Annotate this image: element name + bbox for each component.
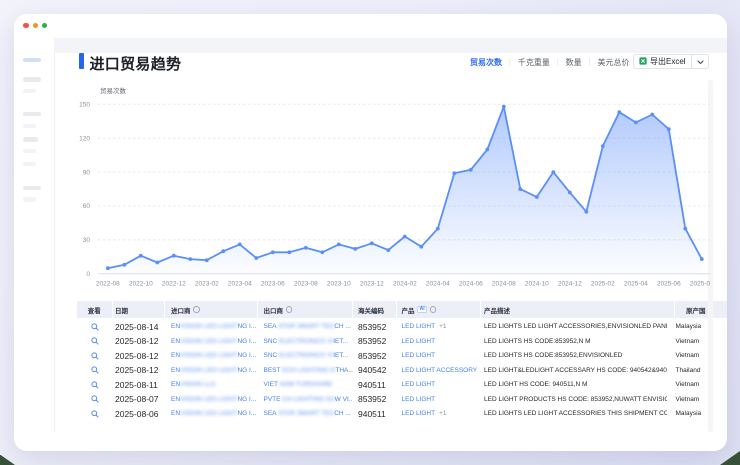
svg-text:2024-02: 2024-02: [393, 281, 417, 288]
svg-text:2025-08: 2025-08: [690, 281, 714, 288]
svg-text:2022-08: 2022-08: [96, 281, 120, 288]
svg-text:2024-06: 2024-06: [459, 281, 483, 288]
svg-text:2025-06: 2025-06: [657, 281, 681, 288]
svg-text:150: 150: [79, 102, 90, 109]
svg-text:2024-10: 2024-10: [525, 281, 549, 288]
svg-text:2023-08: 2023-08: [294, 281, 318, 288]
svg-text:2023-06: 2023-06: [261, 281, 285, 288]
svg-text:2023-10: 2023-10: [327, 281, 351, 288]
svg-text:2024-04: 2024-04: [426, 281, 450, 288]
svg-text:2025-02: 2025-02: [591, 281, 615, 288]
svg-text:2022-12: 2022-12: [162, 281, 186, 288]
svg-text:60: 60: [83, 203, 91, 210]
svg-text:2022-10: 2022-10: [129, 281, 153, 288]
svg-text:2023-02: 2023-02: [195, 281, 219, 288]
svg-text:30: 30: [83, 237, 91, 244]
svg-text:2023-12: 2023-12: [360, 281, 384, 288]
svg-text:2023-04: 2023-04: [228, 281, 252, 288]
svg-text:0: 0: [86, 271, 90, 278]
svg-text:90: 90: [83, 169, 91, 176]
svg-text:120: 120: [79, 135, 90, 142]
svg-text:2024-12: 2024-12: [558, 281, 582, 288]
svg-text:2024-08: 2024-08: [492, 281, 516, 288]
svg-text:2025-04: 2025-04: [624, 281, 648, 288]
